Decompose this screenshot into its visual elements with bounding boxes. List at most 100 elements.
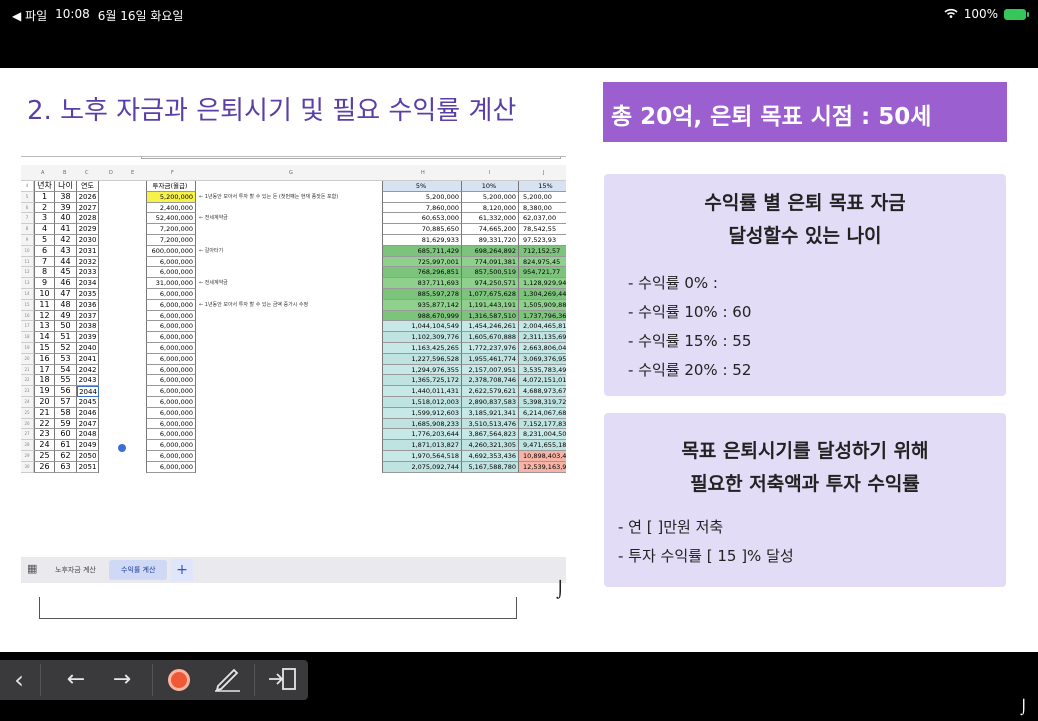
table-cell[interactable]: 60 (55, 429, 77, 441)
table-cell[interactable]: 1,685,908,233 (382, 418, 462, 430)
table-cell[interactable]: 6,000,000 (146, 267, 196, 279)
table-cell[interactable]: 57 (55, 397, 77, 408)
table-cell[interactable]: 42 (55, 235, 77, 246)
table-cell[interactable]: 4,692,353,436 (462, 451, 519, 462)
table-cell[interactable]: 3,185,921,341 (462, 407, 519, 419)
table-cell[interactable]: 857,500,519 (462, 267, 519, 279)
table-cell[interactable]: 17 (34, 364, 55, 376)
table-cell[interactable]: 2049 (77, 440, 99, 451)
table-cell[interactable]: 2036 (77, 299, 99, 311)
table-cell[interactable]: 60,653,000 (382, 213, 462, 225)
table-cell[interactable]: 10 (34, 289, 55, 300)
table-cell[interactable]: 13 (34, 321, 55, 333)
table-cell[interactable]: 2042 (77, 364, 99, 376)
table-cell[interactable]: 12 (34, 310, 55, 322)
table-cell[interactable]: 1,955,461,774 (462, 353, 519, 365)
header-cell[interactable]: 15% (519, 181, 566, 192)
selection-handle[interactable] (118, 444, 126, 452)
table-cell[interactable]: 11 (34, 299, 55, 311)
table-cell[interactable]: 6,000,000 (146, 332, 196, 343)
table-cell[interactable]: 4,260,321,305 (462, 440, 519, 451)
table-cell[interactable]: 988,670,999 (382, 310, 462, 322)
table-cell[interactable]: 52,400,000 (146, 213, 196, 225)
table-cell[interactable]: 2051 (77, 461, 99, 473)
table-cell[interactable]: 2,311,135,69 (519, 332, 566, 343)
tab-return-rate[interactable]: 수익률 계산 (109, 560, 168, 580)
table-cell[interactable]: 6,000,000 (146, 321, 196, 333)
table-cell[interactable]: 4 (34, 224, 55, 235)
table-cell[interactable]: 9 (34, 278, 55, 289)
table-cell[interactable]: 2039 (77, 332, 99, 343)
table-cell[interactable]: 7,200,000 (146, 235, 196, 246)
table-cell[interactable]: 2040 (77, 343, 99, 354)
table-cell[interactable]: 935,877,142 (382, 299, 462, 311)
table-cell[interactable]: 5,200,000 (146, 191, 196, 203)
table-cell[interactable]: 1,304,269,44 (519, 289, 566, 300)
table-cell[interactable]: 1,871,013,827 (382, 440, 462, 451)
table-cell[interactable]: 824,975,45 (519, 256, 566, 268)
table-cell[interactable]: 8 (34, 267, 55, 279)
table-cell[interactable]: 2,663,806,04 (519, 343, 566, 354)
table-cell[interactable]: 61 (55, 440, 77, 451)
table-cell[interactable]: 974,250,571 (462, 278, 519, 289)
table-cell[interactable]: 18 (34, 375, 55, 387)
table-cell[interactable]: 1 (34, 191, 55, 203)
table-cell[interactable]: 5,200,000 (462, 191, 519, 203)
table-cell[interactable]: 6,000,000 (146, 418, 196, 430)
previous-slide-button[interactable]: ← (62, 666, 90, 694)
table-cell[interactable]: 1,776,203,644 (382, 429, 462, 441)
table-cell[interactable]: 6,000,000 (146, 343, 196, 354)
header-cell[interactable]: 나이 (55, 181, 77, 192)
table-cell[interactable]: 885,597,278 (382, 289, 462, 300)
table-cell[interactable]: 3,510,513,476 (462, 418, 519, 430)
table-cell[interactable]: 20 (34, 397, 55, 408)
table-cell[interactable]: 23 (34, 429, 55, 441)
header-cell[interactable]: 연도 (77, 181, 99, 192)
table-cell[interactable]: 2046 (77, 407, 99, 419)
table-cell[interactable]: 26 (34, 461, 55, 473)
table-cell[interactable]: 1,191,443,191 (462, 299, 519, 311)
table-cell[interactable]: 3,535,783,49 (519, 364, 566, 376)
back-button[interactable]: ‹ (8, 666, 30, 694)
table-cell[interactable]: 52 (55, 343, 77, 354)
back-to-app-link[interactable]: ◀ 파일 (12, 7, 47, 24)
table-cell[interactable]: 1,605,670,888 (462, 332, 519, 343)
table-cell[interactable]: 46 (55, 278, 77, 289)
table-cell[interactable]: 1,518,012,003 (382, 397, 462, 408)
table-cell[interactable]: 15 (34, 343, 55, 354)
table-cell[interactable]: 19 (34, 386, 55, 397)
table-cell[interactable]: 58 (55, 407, 77, 419)
next-slide-button[interactable]: → (108, 666, 136, 694)
table-cell[interactable]: 1,970,564,518 (382, 451, 462, 462)
table-cell[interactable]: 8,120,000 (462, 202, 519, 214)
tab-retirement-fund[interactable]: 노후자금 계산 (43, 560, 108, 580)
table-cell[interactable]: 8,380,00 (519, 203, 566, 214)
table-cell[interactable]: 74,665,200 (462, 224, 519, 235)
table-cell[interactable]: 2033 (77, 267, 99, 279)
table-cell[interactable]: 2,075,092,744 (382, 461, 462, 473)
table-cell[interactable]: 50 (55, 321, 77, 333)
table-cell[interactable]: 685,711,429 (382, 245, 462, 257)
header-cell[interactable]: 년차 (34, 181, 55, 192)
table-cell[interactable]: 21 (34, 407, 55, 419)
table-cell[interactable]: 6,000,000 (146, 407, 196, 419)
table-cell[interactable]: 49 (55, 310, 77, 322)
table-cell[interactable]: 51 (55, 332, 77, 343)
table-cell[interactable]: 2047 (77, 418, 99, 430)
table-cell[interactable]: 2044 (77, 386, 99, 397)
table-cell[interactable]: 2 (34, 202, 55, 214)
record-button[interactable] (166, 666, 192, 694)
pen-button[interactable] (212, 666, 242, 694)
table-cell[interactable]: 2038 (77, 321, 99, 333)
table-cell[interactable]: 1,294,976,355 (382, 364, 462, 376)
table-cell[interactable]: 31,000,000 (146, 278, 196, 289)
table-cell[interactable]: 6,214,067,68 (519, 407, 566, 419)
table-cell[interactable]: 7,200,000 (146, 224, 196, 235)
table-cell[interactable]: 10,898,403,46 (519, 451, 566, 462)
table-cell[interactable]: 2045 (77, 397, 99, 408)
table-cell[interactable]: 712,152,57 (519, 245, 566, 257)
table-cell[interactable]: 61,332,000 (462, 213, 519, 225)
table-cell[interactable]: 2031 (77, 245, 99, 257)
table-cell[interactable]: 1,128,929,94 (519, 278, 566, 289)
table-cell[interactable]: 725,997,001 (382, 256, 462, 268)
